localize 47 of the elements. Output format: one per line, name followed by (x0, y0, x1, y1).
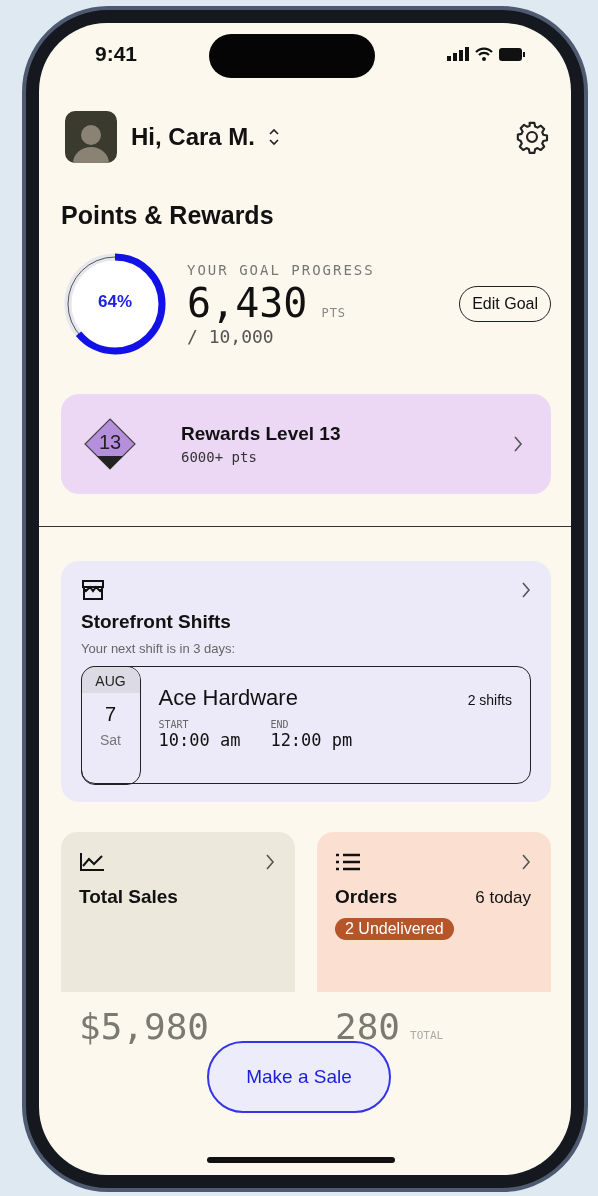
chevron-right-icon[interactable] (521, 853, 531, 871)
points-unit: PTS (321, 305, 347, 320)
storefront-icon (81, 579, 105, 601)
end-label: END (270, 719, 290, 730)
card-title: Storefront Shifts (81, 611, 232, 633)
card-subtitle: Your next shift is in 3 days: (81, 641, 237, 656)
status-badge: 2 Undelivered (335, 918, 454, 940)
rewards-title: Rewards Level 13 (181, 423, 342, 445)
chevron-right-icon[interactable] (521, 581, 531, 599)
store-name: Ace Hardware (158, 685, 298, 711)
stat-unit: TOTAL (410, 1029, 444, 1042)
status-time: 9:41 (95, 42, 138, 66)
stat-value: $5,980 (79, 1006, 210, 1047)
battery-icon (499, 47, 525, 61)
make-sale-button[interactable]: Make a Sale (207, 1041, 391, 1113)
stat-card[interactable]: Orders 6 today 2 Undelivered (317, 832, 551, 992)
settings-icon[interactable] (515, 120, 549, 154)
date-month: AUG (81, 666, 140, 693)
level-number: 13 (97, 431, 123, 454)
date-day: 7 (104, 702, 117, 726)
card-title: Total Sales (79, 886, 178, 908)
chevron-right-icon[interactable] (265, 853, 275, 871)
date-weekday: Sat (100, 731, 121, 748)
start-time: 10:00 am (158, 730, 241, 750)
points-target: / 10,000 (187, 325, 275, 347)
order-count: 6 today (475, 888, 531, 908)
signal-icon (447, 47, 469, 61)
avatar[interactable] (65, 111, 117, 163)
greeting[interactable]: Hi, Cara M. (131, 123, 256, 151)
level-badge-icon (83, 417, 137, 471)
goal-label: YOUR GOAL PROGRESS (187, 261, 376, 278)
rewards-level-card[interactable]: 13 Rewards Level 13 6000+ pts (61, 394, 551, 494)
rewards-subtitle: 6000+ pts (181, 449, 258, 465)
line-chart-icon (79, 852, 105, 872)
card-title: Orders (335, 886, 398, 908)
section-title: Points & Rewards (61, 201, 275, 230)
stat-card[interactable]: Total Sales (61, 832, 295, 992)
start-label: START (158, 719, 190, 730)
list-icon (335, 852, 361, 872)
shift-card[interactable]: AUG 7 Sat Ace Hardware 2 shifts START 10:00 am END 12:00 pm (81, 666, 531, 784)
points-value: 6,430 (187, 279, 308, 326)
chevron-right-icon[interactable] (513, 435, 523, 453)
chevron-up-down-icon[interactable] (269, 128, 280, 146)
end-time: 12:00 pm (270, 730, 353, 750)
shift-count: 2 shifts (467, 692, 512, 708)
wifi-icon (475, 47, 493, 61)
progress-percent: 64% (97, 292, 133, 312)
